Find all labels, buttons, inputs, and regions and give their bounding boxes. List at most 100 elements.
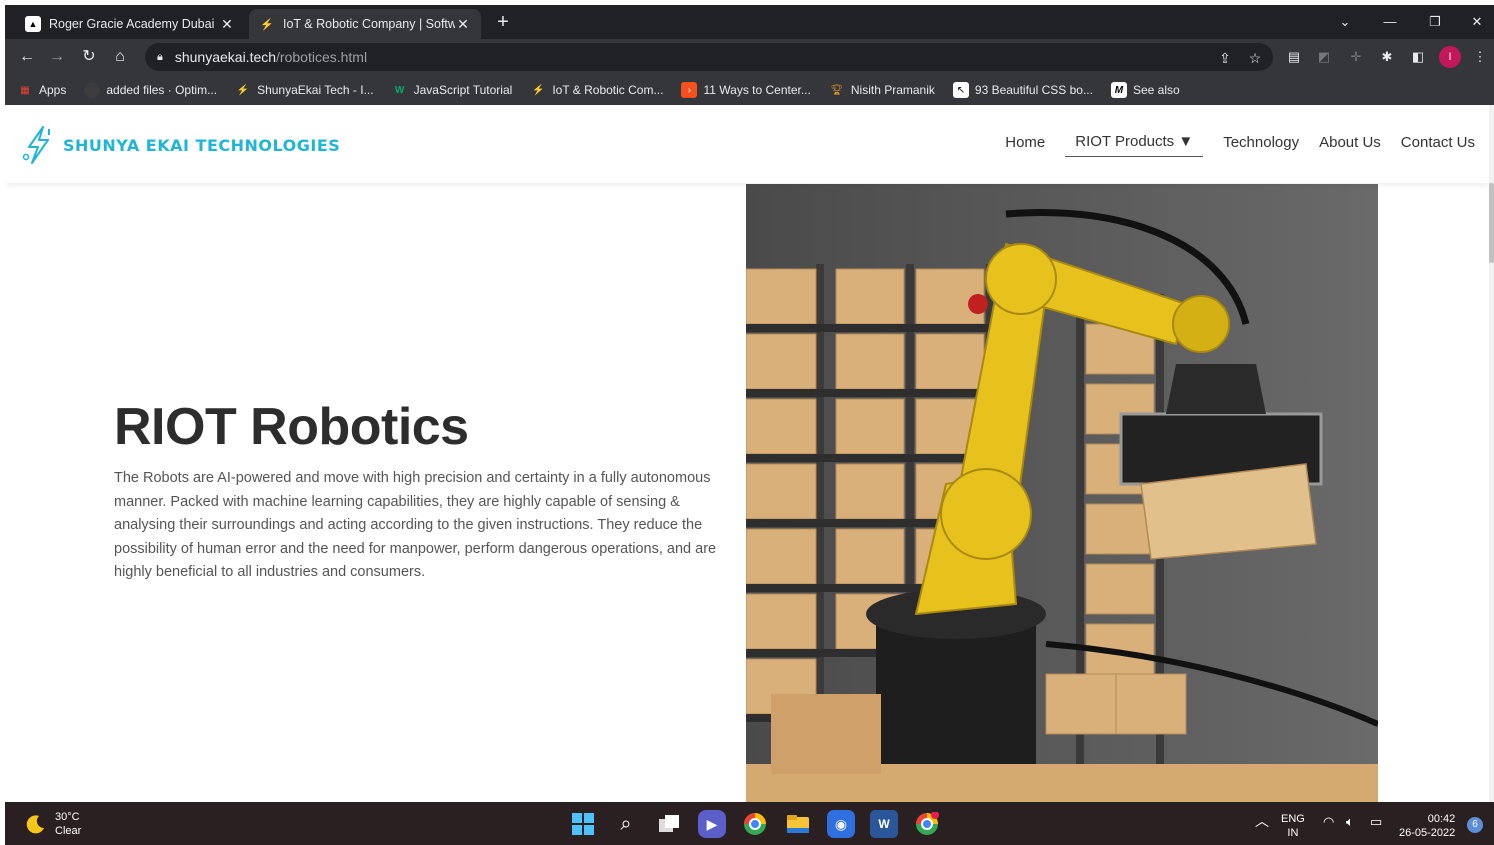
bookmark-label: ShunyaEkai Tech - I... — [257, 83, 374, 97]
chrome-icon[interactable] — [913, 810, 941, 838]
wifi-icon[interactable]: ◠ — [1323, 815, 1334, 829]
windows-taskbar: 30°C Clear ⌕ ▶ ◉ W ︿ ENG IN ◠ 🔈︎ ▭ 00:42… — [5, 802, 1494, 845]
hero-description: The Robots are AI-powered and move with … — [114, 470, 717, 580]
robot-arm-image — [746, 184, 1378, 802]
chrome-canary-icon[interactable] — [741, 810, 769, 838]
extension-icon[interactable]: ◩ — [1315, 48, 1333, 66]
bookmark-label: 93 Beautiful CSS bo... — [974, 83, 1093, 97]
browser-chrome: ▲ Roger Gracie Academy Dubai ✕ ⚡ IoT & R… — [5, 5, 1494, 105]
bookmark-label: Nisith Pramanik — [850, 83, 935, 97]
bookmark-label: added files · Optim... — [106, 83, 218, 97]
nav-riot-products[interactable]: RIOT Products ▼ — [1065, 133, 1204, 157]
shunya-favicon-icon: ⚡ — [260, 18, 274, 31]
store-app-icon[interactable]: ◉ — [827, 810, 855, 838]
lock-icon: 🔒︎ — [157, 50, 163, 63]
back-icon[interactable]: ← — [15, 45, 39, 69]
bookmark-item[interactable]: W JavaScript Tutorial — [392, 82, 513, 98]
bookmark-item[interactable]: ⚡ IoT & Robotic Com... — [530, 82, 663, 98]
bookmark-apps[interactable]: ▦ Apps — [17, 82, 66, 98]
start-windows-icon[interactable] — [569, 810, 597, 838]
nav-contact-us[interactable]: Contact Us — [1401, 134, 1475, 157]
bookmark-item[interactable]: added files · Optim... — [84, 82, 217, 98]
moon-icon — [26, 815, 44, 834]
home-icon[interactable]: ⌂ — [108, 45, 132, 69]
address-bar[interactable]: 🔒︎ shunyaekai.tech/robotices.html ⇪ ☆ — [145, 43, 1273, 71]
share-icon[interactable]: ⇪ — [1215, 48, 1235, 68]
new-tab-button[interactable]: + — [491, 11, 515, 35]
minimize-icon[interactable]: — — [1370, 9, 1410, 35]
task-view-icon[interactable] — [655, 810, 683, 838]
site-header: SHUNYA EKAI TECHNOLOGIES Home RIOT Produ… — [5, 105, 1489, 183]
nav-about-us[interactable]: About Us — [1319, 134, 1381, 157]
weather-widget[interactable]: 30°C Clear — [25, 810, 81, 838]
shunya-icon: ⚡ — [532, 84, 545, 96]
bookmark-label: 11 Ways to Center... — [703, 83, 811, 97]
tab-roger-gracie[interactable]: ▲ Roger Gracie Academy Dubai ✕ — [15, 9, 245, 39]
tab-favicon-icon: ▲ — [25, 16, 41, 32]
side-panel-icon[interactable]: ◧ — [1409, 48, 1427, 66]
brand-name: SHUNYA EKAI TECHNOLOGIES — [63, 135, 341, 155]
language-code: ENG — [1281, 813, 1305, 825]
w3-icon: W — [394, 84, 405, 96]
tab-title: Roger Gracie Academy Dubai — [49, 17, 215, 31]
close-tab-icon[interactable]: ✕ — [219, 16, 235, 33]
extension-icon[interactable]: ▤ — [1285, 48, 1303, 66]
page-scrollbar[interactable] — [1489, 105, 1494, 802]
bookmarks-bar: ▦ Apps added files · Optim... ⚡ ShunyaEkai… — [5, 75, 1494, 105]
word-icon[interactable]: W — [870, 810, 898, 838]
browser-toolbar: ← → ↻ ⌂ 🔒︎ shunyaekai.tech/robotices.htm… — [5, 39, 1494, 75]
browser-menu-icon[interactable]: ⋮ — [1471, 48, 1489, 66]
file-explorer-icon[interactable] — [784, 810, 812, 838]
lightning-logo-icon — [22, 126, 50, 164]
hero-title: RIOT Robotics — [114, 398, 469, 456]
bookmark-label: JavaScript Tutorial — [413, 83, 513, 97]
bookmark-item[interactable]: 🏆︎ Nisith Pramanik — [829, 82, 935, 98]
bookmark-label: Apps — [39, 83, 67, 97]
robot-arm-illustration — [746, 184, 1378, 802]
weather-condition: Clear — [55, 825, 82, 837]
url-host: shunyaekai.tech — [174, 49, 277, 65]
show-hidden-icons-icon[interactable]: ︿ — [1255, 814, 1269, 828]
cursor-icon: ↖ — [952, 82, 969, 98]
tab-search-icon[interactable]: ⌄ — [1325, 9, 1365, 35]
clock[interactable]: 00:42 26-05-2022 — [1399, 812, 1455, 840]
extension-icon[interactable]: ✛ — [1347, 48, 1365, 66]
battery-icon[interactable]: ▭ — [1370, 815, 1382, 829]
bookmark-item[interactable]: M See also — [1110, 82, 1180, 98]
close-tab-icon[interactable]: ✕ — [455, 16, 471, 33]
clock-date: 26-05-2022 — [1399, 827, 1456, 839]
extensions-puzzle-icon[interactable]: ✱ — [1378, 48, 1396, 66]
bookmark-item[interactable]: ↖ 93 Beautiful CSS bo... — [952, 82, 1093, 98]
language-indicator[interactable]: ENG IN — [1281, 812, 1305, 840]
region-code: IN — [1287, 827, 1299, 839]
m-icon: M — [1110, 82, 1127, 98]
nav-technology[interactable]: Technology — [1223, 134, 1299, 157]
tab-iot-robotic[interactable]: ⚡ IoT & Robotic Company | Softwar ✕ — [249, 9, 481, 39]
trophy-icon: 🏆︎ — [830, 84, 844, 96]
close-window-icon[interactable]: ✕ — [1457, 9, 1494, 35]
bookmark-item[interactable]: › 11 Ways to Center... — [681, 82, 811, 98]
bookmark-item[interactable]: ⚡ ShunyaEkai Tech - I... — [235, 82, 374, 98]
volume-icon[interactable]: 🔈︎ — [1346, 815, 1354, 829]
tab-strip: ▲ Roger Gracie Academy Dubai ✕ ⚡ IoT & R… — [5, 5, 1494, 39]
apps-grid-icon: ▦ — [20, 84, 30, 96]
web-page: SHUNYA EKAI TECHNOLOGIES Home RIOT Produ… — [5, 105, 1489, 802]
search-icon[interactable]: ⌕ — [612, 810, 640, 838]
tab-title: IoT & Robotic Company | Softwar — [283, 17, 455, 31]
bookmark-label: IoT & Robotic Com... — [552, 83, 664, 97]
scrollbar-thumb[interactable] — [1489, 183, 1494, 263]
github-icon — [84, 82, 101, 98]
main-nav: Home RIOT Products ▼ Technology About Us… — [985, 133, 1475, 157]
notification-badge[interactable]: 6 — [1467, 817, 1483, 833]
shunya-icon: ⚡ — [236, 84, 250, 96]
restore-icon[interactable]: ❐ — [1415, 9, 1455, 35]
profile-avatar[interactable]: I — [1439, 46, 1461, 68]
weather-temperature: 30°C — [55, 811, 80, 823]
teams-chat-icon[interactable]: ▶ — [698, 810, 726, 838]
forward-icon[interactable]: → — [45, 45, 69, 69]
reload-icon[interactable]: ↻ — [77, 45, 101, 69]
nav-home[interactable]: Home — [1005, 134, 1045, 157]
bookmark-star-icon[interactable]: ☆ — [1245, 48, 1265, 68]
clock-time: 00:42 — [1427, 813, 1456, 825]
site-logo[interactable]: SHUNYA EKAI TECHNOLOGIES — [21, 125, 340, 165]
